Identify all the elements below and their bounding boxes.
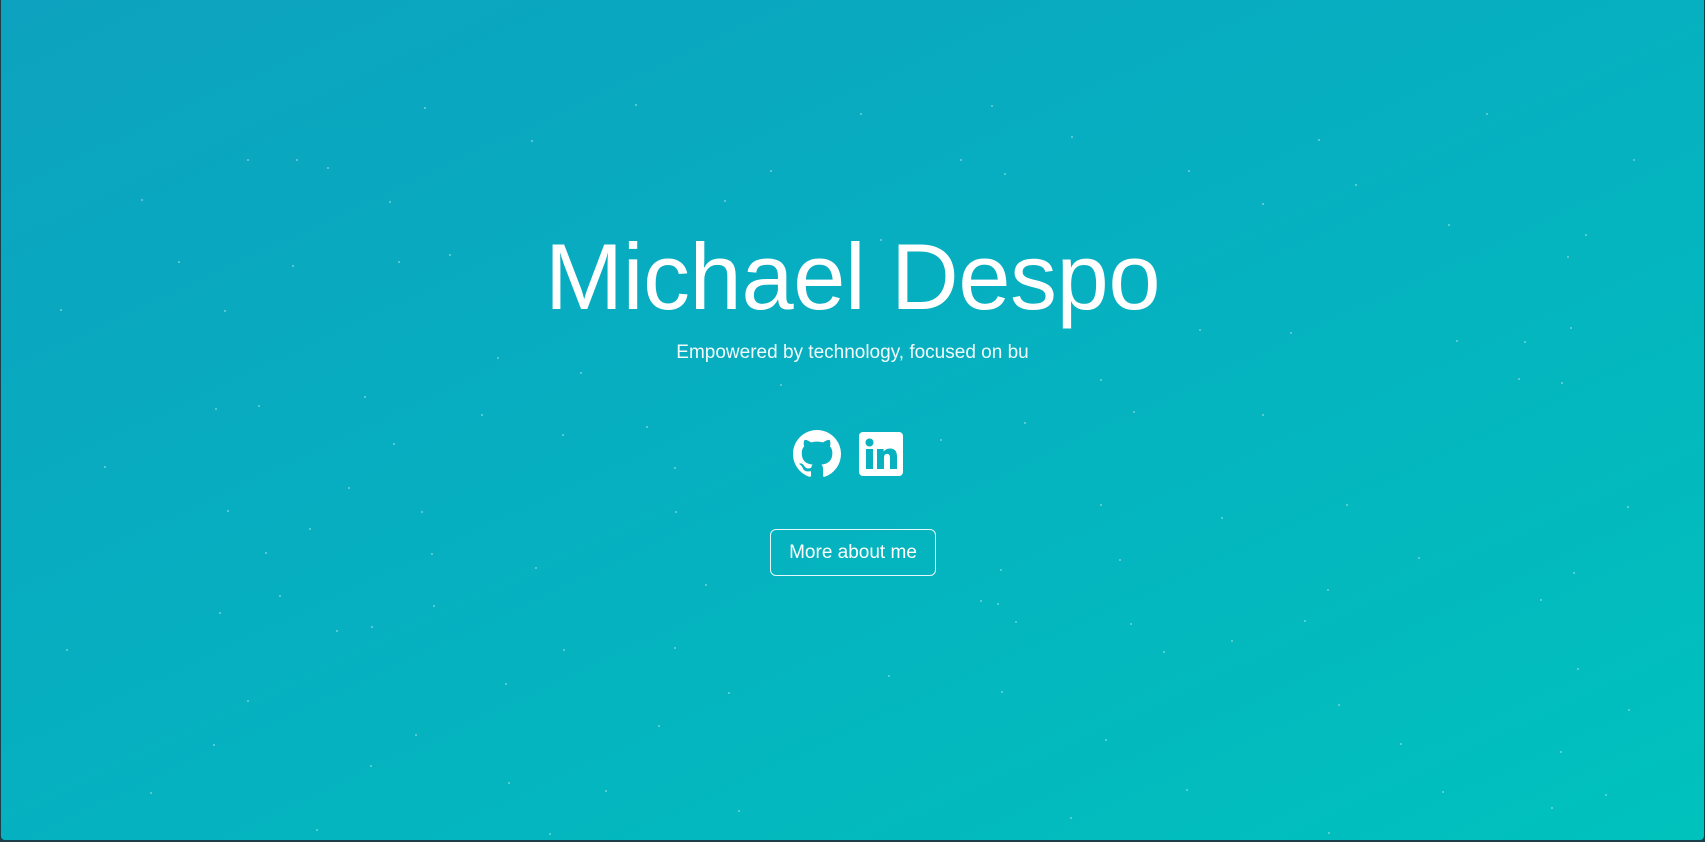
hero-content: Michael Despo Empowered by technology, f…	[1, 0, 1704, 840]
linkedin-icon	[858, 432, 903, 476]
github-icon	[792, 430, 841, 477]
social-links	[1, 430, 1700, 478]
tagline: Empowered by technology, focused on bu	[676, 342, 1029, 363]
more-about-me-button[interactable]: More about me	[770, 529, 936, 576]
page-title: Michael Despo	[544, 224, 1161, 329]
linkedin-link[interactable]	[857, 430, 905, 478]
github-link[interactable]	[792, 430, 841, 478]
hero-section: Michael Despo Empowered by technology, f…	[1, 0, 1704, 840]
